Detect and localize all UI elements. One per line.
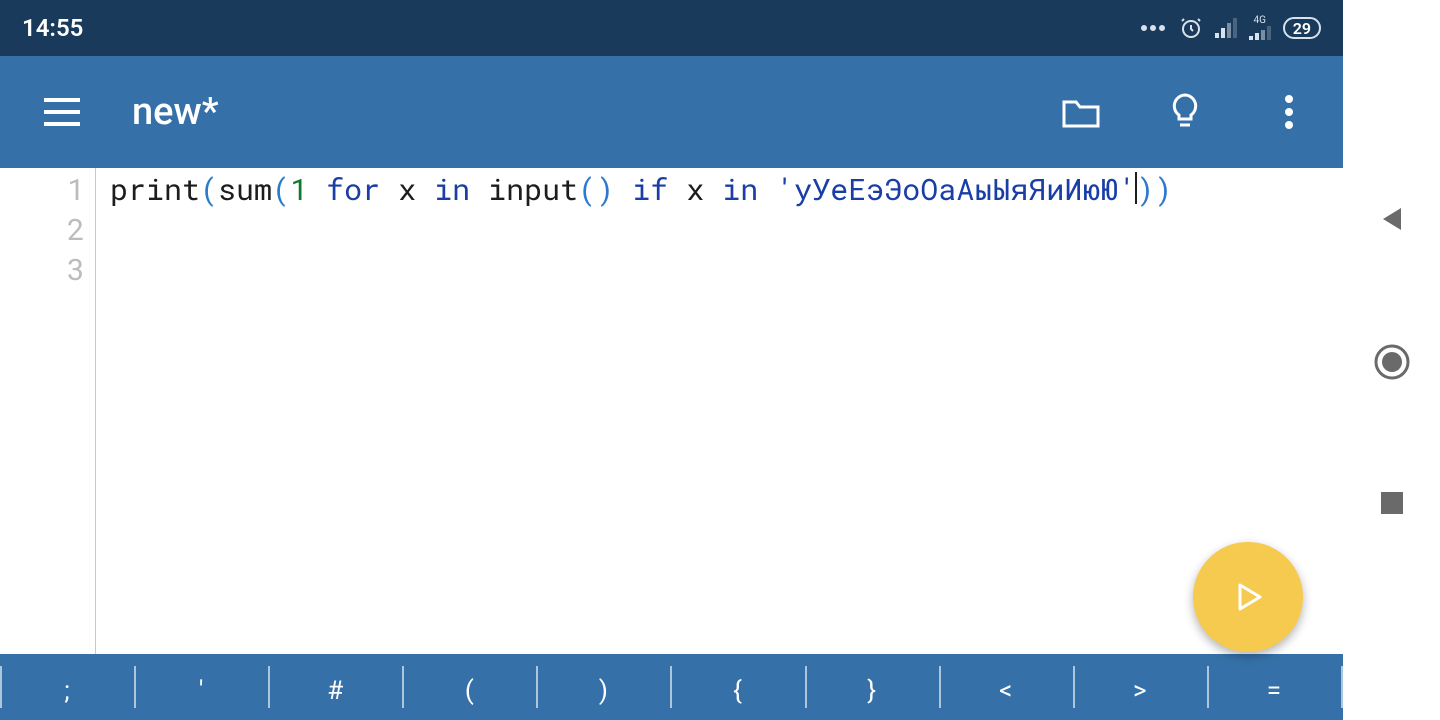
code-token	[758, 170, 776, 209]
menu-button[interactable]	[34, 84, 90, 140]
key-divider	[1341, 654, 1343, 720]
folder-button[interactable]	[1053, 84, 1109, 140]
home-icon	[1373, 343, 1411, 381]
key-lt[interactable]: <	[939, 654, 1073, 720]
signal-icon	[1215, 18, 1237, 38]
key-paren-open[interactable]: (	[402, 654, 536, 720]
line-number: 3	[0, 250, 85, 290]
battery-indicator: 29	[1283, 17, 1321, 39]
bulb-button[interactable]	[1157, 84, 1213, 140]
code-token: in	[434, 170, 470, 209]
code-editor[interactable]: 1 2 3 print(sum(1 for x in input() if x …	[0, 168, 1343, 654]
status-right: 4G 29	[1139, 16, 1321, 40]
code-token: (	[578, 170, 596, 209]
code-token	[470, 170, 488, 209]
network-icon: 4G	[1249, 16, 1271, 40]
alarm-icon	[1179, 16, 1203, 40]
line-gutter: 1 2 3	[0, 168, 96, 654]
nav-home-button[interactable]	[1373, 343, 1411, 381]
code-token: (	[200, 170, 218, 209]
key-brace-open[interactable]: {	[670, 654, 804, 720]
code-token: 1	[290, 170, 308, 209]
code-token: input	[488, 170, 578, 209]
play-icon	[1230, 579, 1266, 615]
more-icon	[1139, 23, 1167, 33]
nav-recent-button[interactable]	[1379, 490, 1405, 516]
key-hash[interactable]: #	[268, 654, 402, 720]
hamburger-icon	[44, 98, 80, 126]
code-token: x	[668, 170, 722, 209]
code-token: if	[632, 170, 668, 209]
symbol-key-row: ; ' # ( ) { } < > =	[0, 654, 1343, 720]
code-token: sum	[218, 170, 272, 209]
bulb-icon	[1170, 93, 1200, 131]
overflow-button[interactable]	[1261, 84, 1317, 140]
status-time: 14:55	[22, 14, 83, 42]
key-gt[interactable]: >	[1073, 654, 1207, 720]
code-token: (	[272, 170, 290, 209]
app-bar: new*	[0, 56, 1343, 168]
key-paren-close[interactable]: )	[536, 654, 670, 720]
code-token: x	[380, 170, 434, 209]
square-icon	[1379, 490, 1405, 516]
code-token	[614, 170, 632, 209]
key-semicolon[interactable]: ;	[0, 654, 134, 720]
dots-vertical-icon	[1284, 94, 1294, 130]
code-token: )	[1154, 170, 1172, 209]
back-icon	[1377, 204, 1407, 234]
run-button[interactable]	[1193, 542, 1303, 652]
code-token	[308, 170, 326, 209]
file-title: new*	[132, 90, 1017, 134]
network-label: 4G	[1254, 16, 1266, 26]
folder-icon	[1062, 96, 1100, 128]
code-token: 'уУеЕэЭоОаАыЫяЯиИюЮ'	[776, 170, 1136, 209]
nav-back-button[interactable]	[1377, 204, 1407, 234]
system-nav-bar	[1343, 0, 1440, 720]
line-number: 2	[0, 210, 85, 250]
key-eq[interactable]: =	[1207, 654, 1341, 720]
code-token: )	[596, 170, 614, 209]
code-token: print	[110, 170, 200, 209]
code-token: in	[722, 170, 758, 209]
code-token: for	[326, 170, 380, 209]
line-number: 1	[0, 170, 85, 210]
key-quote[interactable]: '	[134, 654, 268, 720]
key-brace-close[interactable]: }	[805, 654, 939, 720]
code-area[interactable]: print(sum(1 for x in input() if x in 'уУ…	[96, 168, 1172, 654]
code-token: )	[1136, 170, 1154, 209]
status-bar: 14:55 4G 29	[0, 0, 1343, 56]
